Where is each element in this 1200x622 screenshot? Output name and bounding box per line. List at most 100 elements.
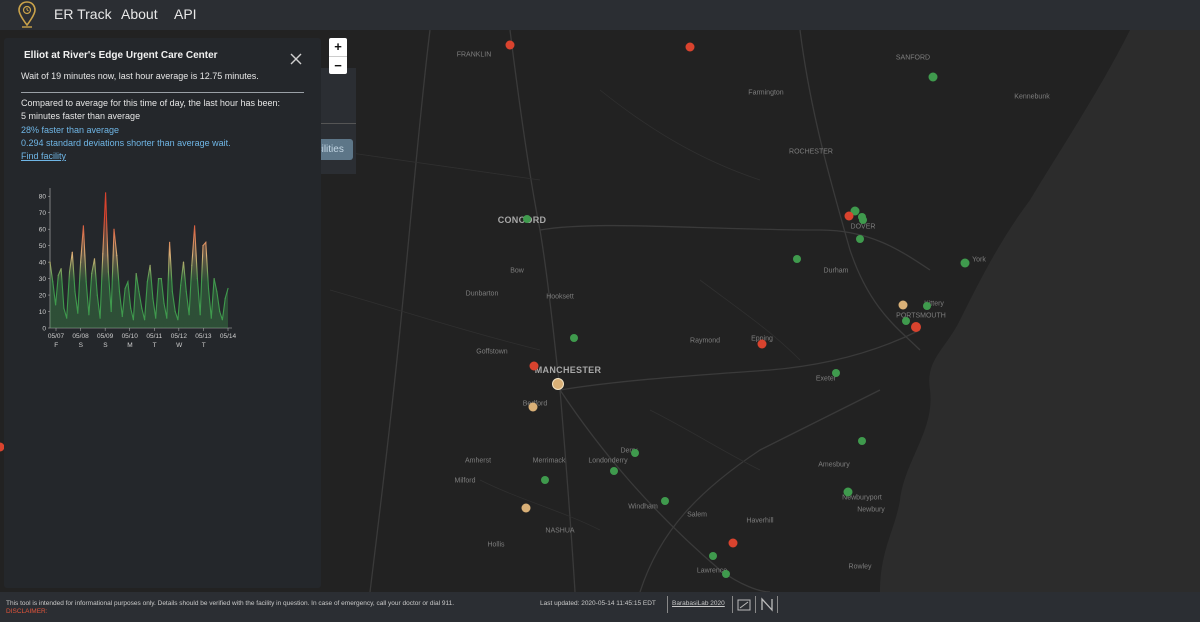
data-point <box>85 281 87 283</box>
data-point <box>93 258 96 260</box>
facility-marker[interactable] <box>858 437 866 445</box>
panel-divider <box>320 123 356 124</box>
map-label: DOVER <box>850 223 876 231</box>
map-label: Kennebunk <box>1014 93 1050 101</box>
std-dev-line: 0.294 standard deviations shorter than a… <box>21 138 231 148</box>
facility-marker[interactable] <box>898 300 908 310</box>
x-tick-date: 05/10 <box>122 333 139 340</box>
map-label: MANCHESTER <box>534 365 602 375</box>
y-tick-label: 10 <box>39 309 47 316</box>
footer-separator <box>667 596 668 613</box>
data-point <box>188 314 190 316</box>
facility-marker[interactable] <box>911 322 921 332</box>
facility-marker[interactable] <box>859 216 867 224</box>
map-label: Amherst <box>464 457 492 465</box>
data-point <box>177 319 179 321</box>
data-point <box>166 317 168 319</box>
map-label: Newbury <box>857 506 885 514</box>
data-point <box>144 319 146 321</box>
data-point <box>227 287 229 290</box>
facility-marker[interactable] <box>552 378 564 390</box>
barabasilab-link[interactable]: BarabasiLab 2020 <box>672 600 725 607</box>
data-point <box>91 273 93 275</box>
facility-marker[interactable] <box>856 235 864 243</box>
data-point <box>107 271 109 273</box>
facility-popup: Elliot at River's Edge Urgent Care Cente… <box>4 38 321 588</box>
facility-marker[interactable] <box>960 258 970 268</box>
facility-marker[interactable] <box>923 302 931 310</box>
map-label: Salem <box>687 511 707 519</box>
data-point <box>202 245 204 247</box>
data-point <box>205 241 207 243</box>
data-point <box>57 274 59 276</box>
data-point <box>155 317 157 319</box>
northeastern-logo-icon[interactable] <box>760 597 774 612</box>
facility-marker[interactable] <box>722 570 730 578</box>
data-point <box>169 241 171 243</box>
data-point <box>141 307 143 309</box>
facility-marker[interactable] <box>528 402 538 412</box>
data-point <box>210 317 212 319</box>
lab-logo-icon[interactable] <box>737 598 751 612</box>
facility-marker[interactable] <box>661 497 669 505</box>
x-tick-date: 05/13 <box>195 333 212 340</box>
data-point <box>49 261 51 263</box>
data-point <box>191 264 193 266</box>
facility-marker[interactable] <box>728 538 738 548</box>
data-point <box>66 317 68 319</box>
x-tick-day: S <box>103 342 108 348</box>
x-tick-day: W <box>176 342 183 348</box>
map-label: Bow <box>510 267 524 275</box>
data-point <box>163 302 165 304</box>
x-tick-day: S <box>79 342 84 348</box>
data-point <box>110 310 112 313</box>
data-point <box>99 317 101 319</box>
map-label: SANFORD <box>895 54 931 62</box>
facility-marker[interactable] <box>902 317 910 325</box>
facility-marker[interactable] <box>610 467 618 475</box>
data-point <box>121 315 123 318</box>
zoom-out-button[interactable]: − <box>329 56 347 75</box>
facility-marker[interactable] <box>757 339 767 349</box>
data-point <box>68 271 71 273</box>
close-icon[interactable] <box>289 52 303 66</box>
brand-link[interactable]: ER Track <box>54 6 112 22</box>
y-tick-label: 0 <box>42 326 46 333</box>
facility-marker[interactable] <box>521 503 531 513</box>
data-point <box>116 254 118 257</box>
facility-marker[interactable] <box>523 215 531 223</box>
data-point <box>138 291 140 293</box>
map-pin-clock-icon[interactable] <box>17 0 37 30</box>
facility-marker[interactable] <box>844 211 854 221</box>
find-facility-link[interactable]: Find facility <box>21 151 66 161</box>
x-tick-day: F <box>54 342 58 348</box>
facility-marker[interactable] <box>928 72 938 82</box>
data-point <box>124 287 126 290</box>
map-label: FRANKLIN <box>456 51 492 59</box>
data-point <box>216 291 218 293</box>
wait-time-chart: 0 10 20 30 40 50 60 70 80 05/07 F 05/08 S 05/09 S 05/10… <box>39 188 237 348</box>
data-point <box>219 310 221 313</box>
facility-marker[interactable] <box>793 255 801 263</box>
y-tick-label: 50 <box>39 243 47 250</box>
facility-marker[interactable] <box>529 361 539 371</box>
footer-separator <box>732 596 733 613</box>
map-label: CONCORD <box>497 215 547 225</box>
data-point <box>88 314 90 316</box>
map-label: Hooksett <box>546 293 574 301</box>
zoom-in-button[interactable]: + <box>329 38 347 56</box>
map-label: Hollis <box>487 541 505 549</box>
facility-marker[interactable] <box>570 334 578 342</box>
y-tick-label: 40 <box>39 260 47 267</box>
facility-marker[interactable] <box>685 42 695 52</box>
facility-marker[interactable] <box>709 552 717 560</box>
facility-marker[interactable] <box>832 369 840 377</box>
facility-marker[interactable] <box>505 40 515 50</box>
data-point <box>207 287 210 290</box>
nav-api-link[interactable]: API <box>174 6 197 22</box>
facility-marker[interactable] <box>843 487 853 497</box>
y-tick-label: 70 <box>39 210 47 217</box>
facility-marker[interactable] <box>631 449 639 457</box>
facility-marker[interactable] <box>541 476 549 484</box>
nav-about-link[interactable]: About <box>121 6 158 22</box>
